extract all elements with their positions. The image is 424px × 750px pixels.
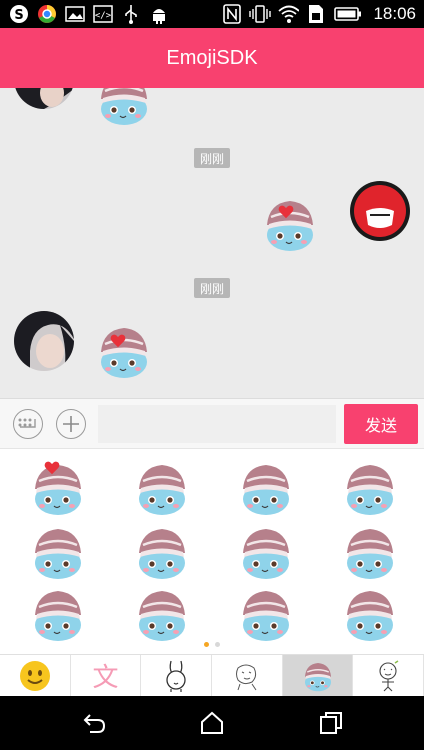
tab-text[interactable]: 文 [71, 655, 142, 696]
recent-apps-icon[interactable] [318, 710, 344, 736]
rabbit-sticker-icon [166, 660, 186, 692]
nfc-icon [221, 3, 243, 25]
android-icon [148, 3, 170, 25]
sticker-item[interactable] [132, 523, 192, 581]
system-nav-bar [0, 696, 424, 750]
svg-text:S: S [14, 8, 23, 23]
chat-area[interactable]: 刚刚 刚刚 [0, 88, 424, 398]
smiley-face-icon [19, 660, 50, 691]
clock: 18:06 [373, 4, 416, 23]
tab-emoji[interactable] [0, 655, 71, 696]
page-title: EmojiSDK [166, 46, 258, 69]
timestamp: 刚刚 [194, 148, 230, 168]
usb-icon [120, 3, 142, 25]
keyboard-icon [18, 418, 36, 428]
add-attachment-button[interactable] [56, 409, 86, 439]
page-dot [215, 642, 220, 647]
back-icon[interactable] [82, 710, 108, 736]
gallery-icon [64, 3, 86, 25]
sticker-item[interactable] [28, 523, 88, 581]
sticker-item[interactable] [340, 523, 400, 581]
sticker-message[interactable] [94, 321, 154, 381]
home-icon[interactable] [199, 710, 225, 736]
heart-icon [278, 205, 294, 219]
message-input-bar: 发送 [0, 398, 424, 448]
sticker-item[interactable] [340, 459, 400, 517]
avatar-other-user[interactable] [14, 88, 74, 109]
page-dot-active [204, 642, 209, 647]
send-button[interactable]: 发送 [344, 404, 418, 444]
tab-hat-bird[interactable] [282, 655, 354, 696]
app-header: EmojiSDK [0, 28, 424, 88]
timestamp: 刚刚 [194, 278, 230, 298]
tab-doodle[interactable] [353, 655, 424, 696]
sticker-item[interactable] [236, 585, 296, 643]
hat-bird-sticker-icon [301, 659, 335, 693]
s-app-icon: S [8, 3, 30, 25]
message-input[interactable] [98, 405, 336, 443]
sticker-item[interactable] [236, 459, 296, 517]
doodle-character-icon [379, 659, 399, 691]
vibrate-icon [249, 3, 272, 25]
svg-text:</>: </> [95, 11, 112, 21]
code-icon: </> [92, 3, 114, 25]
notification-icons: S </> [8, 3, 170, 25]
plus-icon [63, 416, 79, 432]
battery-icon [333, 3, 363, 25]
system-icons: 18:06 [221, 3, 416, 25]
sticker-item[interactable] [340, 585, 400, 643]
keyboard-toggle-button[interactable] [13, 409, 43, 439]
sticker-item[interactable] [132, 459, 192, 517]
avatar-self[interactable] [350, 181, 410, 241]
sticker-item[interactable] [236, 523, 296, 581]
sticker-message[interactable] [260, 194, 320, 254]
sticker-item[interactable] [132, 585, 192, 643]
chrome-icon [36, 3, 58, 25]
sticker-category-tabs: 文 [0, 654, 424, 696]
heart-icon [44, 461, 60, 475]
sketch-character-icon [235, 664, 257, 690]
tab-rabbit[interactable] [141, 655, 213, 696]
wifi-icon [277, 3, 300, 25]
tab-sketch[interactable] [212, 655, 283, 696]
heart-icon [110, 334, 126, 348]
sticker-item[interactable] [28, 585, 88, 643]
avatar-other-user[interactable] [14, 311, 74, 371]
tab-text-label: 文 [92, 663, 119, 693]
page-indicator [0, 642, 424, 647]
sticker-panel [0, 448, 424, 654]
status-bar: S </> 18:06 [0, 0, 424, 28]
sim-icon [305, 3, 327, 25]
sticker-message[interactable] [94, 88, 154, 128]
